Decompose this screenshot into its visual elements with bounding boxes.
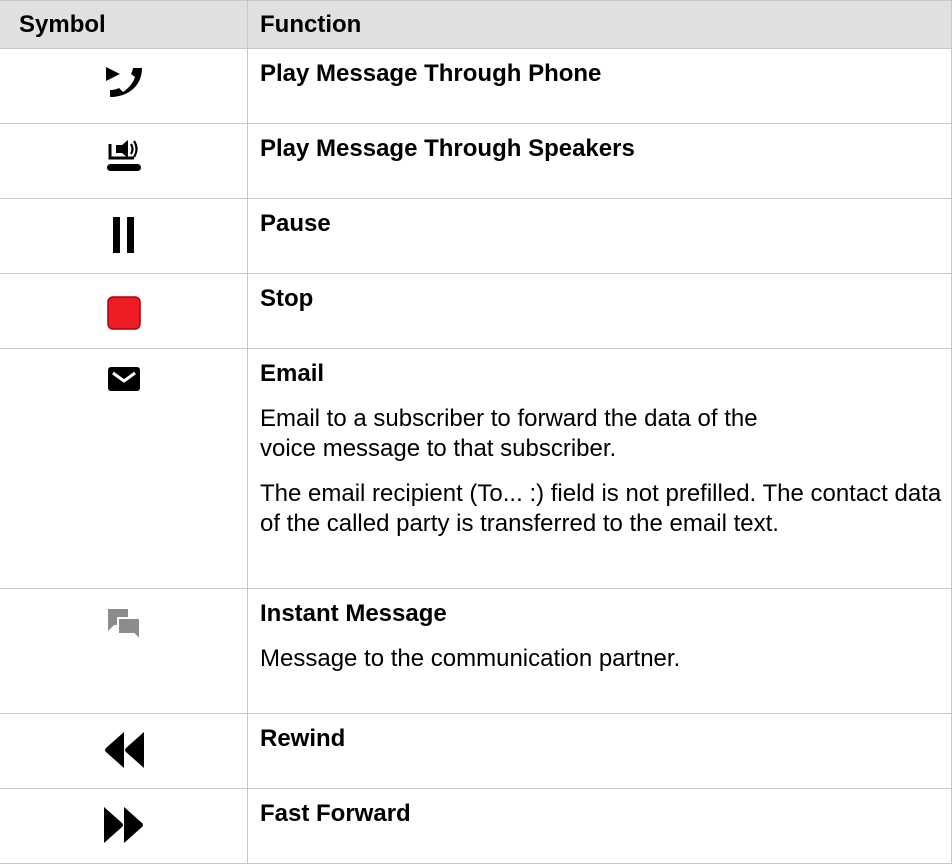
table-row: Rewind [0,713,952,789]
function-title: Pause [260,210,331,237]
header-symbol: Symbol [0,0,248,49]
play-through-phone-icon [105,67,142,97]
table-row: Play Message Through Phone [0,48,952,124]
function-title: Fast Forward [260,800,411,827]
function-cell: Pause [247,198,952,274]
function-cell: Fast Forward [247,788,952,864]
symbol-cell [0,713,248,789]
symbol-cell [0,273,248,349]
function-cell: Rewind [247,713,952,789]
stop-icon [106,296,141,330]
function-cell: Play Message Through Phone [247,48,952,124]
symbol-cell [0,48,248,124]
function-description: Email to a subscriber to forward the dat… [260,405,758,462]
fast-forward-icon [103,807,143,843]
table-row: Fast Forward [0,788,952,864]
function-cell: Stop [247,273,952,349]
function-description: The email recipient (To... :) field is n… [260,480,942,537]
function-title: Play Message Through Speakers [260,135,635,162]
function-title: Instant Message [260,600,447,627]
email-icon [107,367,140,391]
function-title: Stop [260,285,314,312]
function-description: Message to the communication partner. [260,645,681,672]
table-header-row: Symbol Function [0,0,952,49]
table-row: Instant Message Message to the communica… [0,588,952,714]
symbol-function-table: Symbol Function Play Message Through Pho… [0,0,952,864]
instant-message-icon [107,609,141,641]
symbol-cell [0,788,248,864]
table-row: Play Message Through Speakers [0,123,952,199]
header-function: Function [247,0,952,49]
table-row: Email Email to a subscriber to forward t… [0,348,952,589]
pause-icon [112,217,134,253]
function-title: Email [260,360,325,387]
symbol-cell [0,198,248,274]
function-title: Rewind [260,725,346,752]
table-row: Stop [0,273,952,349]
table-row: Pause [0,198,952,274]
function-title: Play Message Through Phone [260,60,602,87]
rewind-icon [104,732,144,768]
function-cell: Play Message Through Speakers [247,123,952,199]
symbol-cell [0,123,248,199]
symbol-cell [0,348,248,589]
function-cell: Instant Message Message to the communica… [247,588,952,714]
function-cell: Email Email to a subscriber to forward t… [247,348,952,589]
symbol-cell [0,588,248,714]
play-through-speakers-icon [106,140,141,171]
